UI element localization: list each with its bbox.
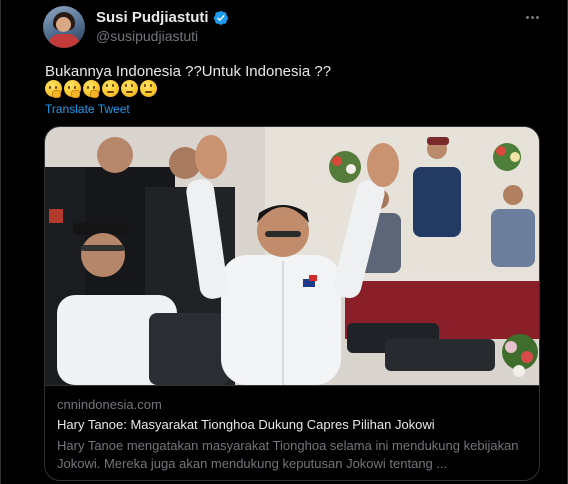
link-preview-card[interactable]: cnnindonesia.com Hary Tanoe: Masyarakat … [44, 126, 540, 481]
card-description: Hary Tanoe mengatakan masyarakat Tiongho… [57, 438, 519, 471]
translate-tweet-link[interactable]: Translate Tweet [45, 102, 130, 116]
verified-badge-icon [213, 10, 228, 25]
avatar-body [48, 34, 80, 48]
more-dot [530, 15, 534, 19]
avatar-face [56, 17, 71, 32]
more-options-icon[interactable] [521, 8, 543, 26]
card-domain[interactable]: cnnindonesia.com [57, 397, 162, 412]
card-photo[interactable] [45, 127, 539, 385]
author-handle[interactable]: @susipudjiastuti [96, 28, 198, 44]
card-meta: cnnindonesia.com Hary Tanoe: Masyarakat … [45, 385, 539, 480]
more-dot [525, 15, 529, 19]
author-avatar[interactable] [43, 6, 85, 48]
thinking-face-icon [45, 80, 62, 98]
face-with-rolling-eyes-icon [140, 80, 157, 97]
card-title[interactable]: Hary Tanoe: Masyarakat Tionghoa Dukung C… [57, 417, 435, 432]
face-with-rolling-eyes-icon [121, 80, 138, 97]
author-name[interactable]: Susi Pudjiastuti [96, 9, 209, 26]
thinking-face-icon [83, 80, 100, 98]
tweet-text: Bukannya Indonesia ??Untuk Indonesia ?? [45, 63, 332, 80]
more-dot [535, 15, 539, 19]
tweet-container: Susi Pudjiastuti @susipudjiastuti Bukann… [0, 0, 568, 484]
author-name-line: Susi Pudjiastuti [96, 9, 229, 26]
news-photo-illustration [45, 127, 539, 385]
face-with-rolling-eyes-icon [102, 80, 119, 97]
emoji-row [45, 80, 157, 98]
thinking-face-icon [64, 80, 81, 98]
